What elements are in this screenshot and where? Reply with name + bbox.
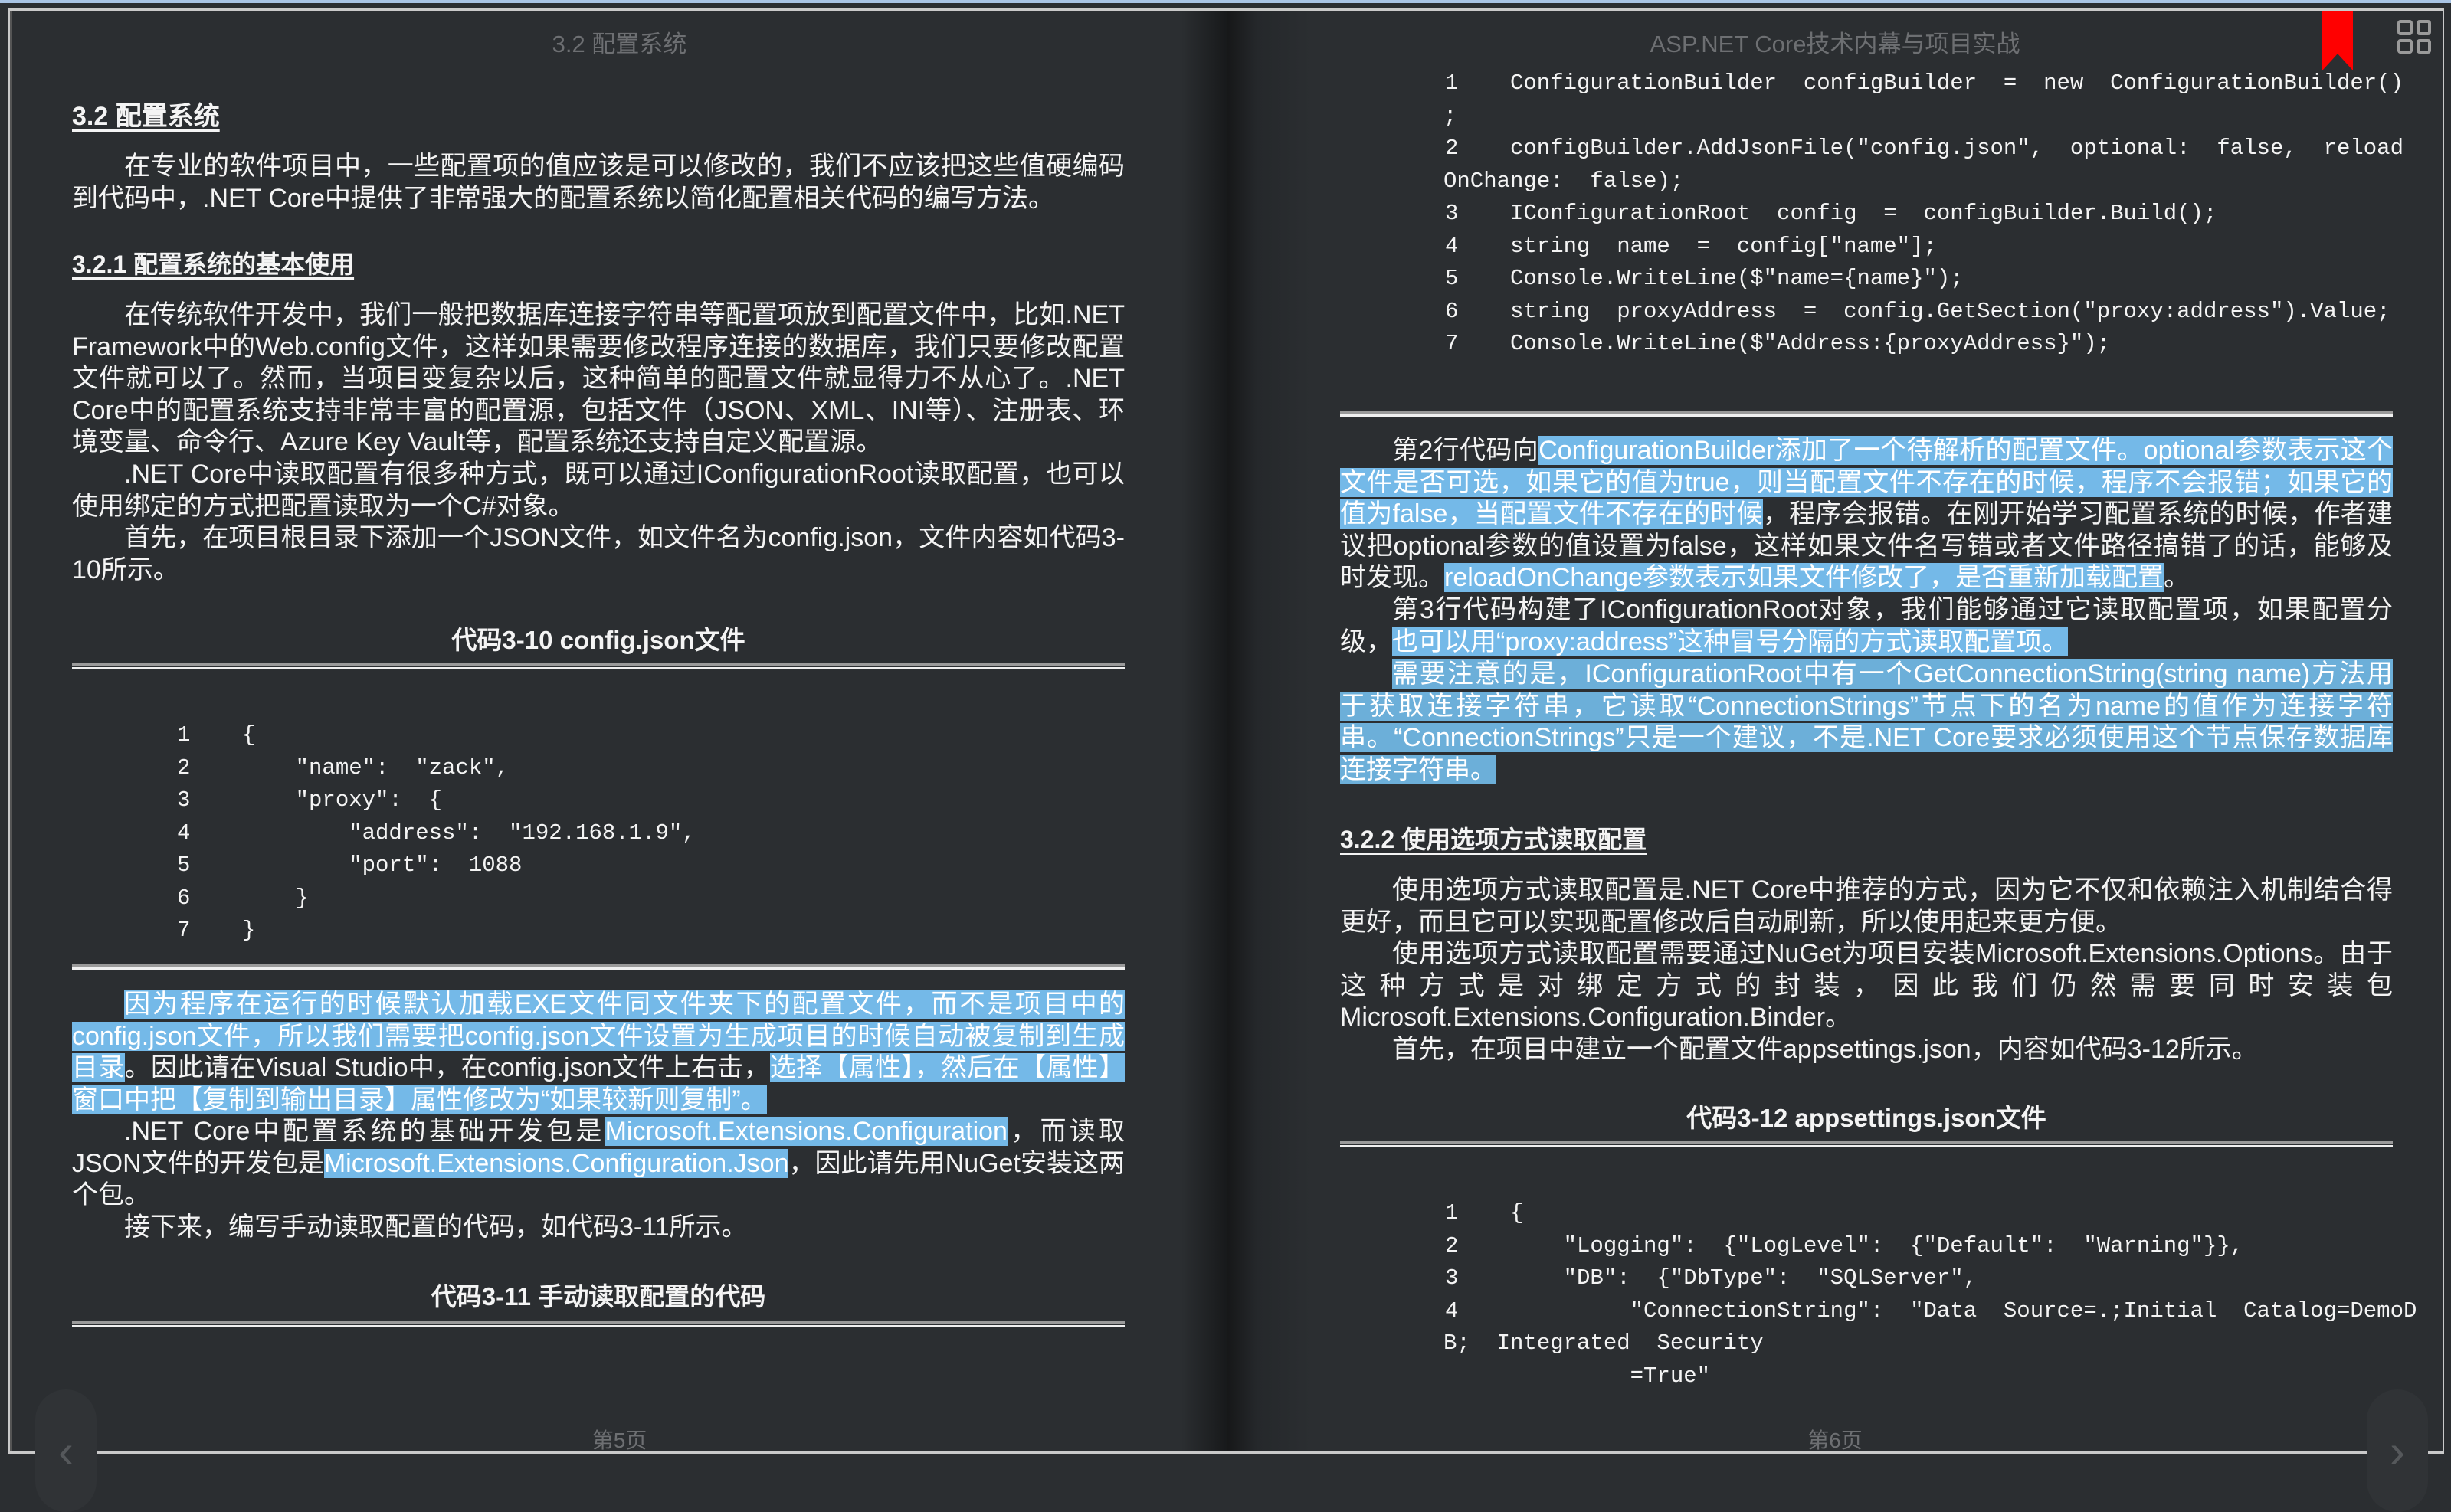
- text-run: .NET Core中读取配置有很多种方式，既可以通过IConfiguration…: [72, 460, 1125, 521]
- highlighted-text: Microsoft.Extensions.Configuration.Json: [323, 1148, 789, 1178]
- paragraph: 第3行代码构建了IConfigurationRoot对象，我们能够通过它读取配置…: [1340, 594, 2393, 658]
- divider: [72, 1321, 1125, 1327]
- code-line: "ConnectionString": "Data Source=.;Initi…: [1510, 1298, 2417, 1324]
- subsection-heading: 3.2.1 配置系统的基本使用: [72, 250, 355, 278]
- code-caption: 代码3-10 config.json文件: [451, 626, 745, 654]
- code-line: {: [242, 722, 256, 748]
- code-line: =True": [1443, 1363, 1711, 1389]
- book-reader: 3.2 配置系统 3.2 配置系统 在专业的软件项目中，一些配置项的值应该是可以…: [8, 8, 2444, 1512]
- divider: [72, 964, 1125, 970]
- divider: [72, 663, 1125, 669]
- paragraph: 首先，在项目根目录下添加一个JSON文件，如文件名为config.json，文件…: [72, 522, 1125, 586]
- text-run: 。因此请在Visual Studio中，在config.json文件上右击，: [124, 1053, 770, 1082]
- divider: [1340, 411, 2393, 417]
- running-header: 3.2 配置系统: [552, 31, 687, 57]
- running-header: ASP.NET Core技术内幕与项目实战: [1650, 31, 2020, 57]
- text-run: 首先，在项目根目录下添加一个JSON文件，如文件名为config.json，文件…: [72, 523, 1125, 584]
- code-caption: 代码3-12 appsettings.json文件: [1686, 1104, 2046, 1132]
- code-line: string proxyAddress = config.GetSection(…: [1510, 298, 2390, 324]
- divider: [1340, 1141, 2393, 1147]
- paragraph: 首先，在项目中建立一个配置文件appsettings.json，内容如代码3-1…: [1340, 1034, 2393, 1066]
- code-line: }: [242, 885, 310, 911]
- code-line: ConfigurationBuilder configBuilder = new…: [1510, 70, 2403, 96]
- code-line-number: 4: [1445, 1298, 1459, 1324]
- paragraph: 因为程序在运行的时候默认加载EXE文件同文件夹下的配置文件，而不是项目中的con…: [72, 989, 1126, 1116]
- text-run: 在传统软件开发中，我们一般把数据库连接字符串等配置项放到配置文件中，比如.NET…: [72, 300, 1125, 457]
- highlighted-text: 需要注意的是，IConfigurationRoot中有一个GetConnecti…: [1340, 659, 2393, 784]
- paragraph: 第2行代码向ConfigurationBuilder添加了一个待解析的配置文件。…: [1340, 435, 2393, 594]
- code-line-number: 5: [177, 853, 191, 878]
- code-line-number: 2: [1445, 136, 1459, 161]
- code-line: Console.WriteLine($"name={name}");: [1510, 266, 1964, 291]
- code-line: B; Integrated Security: [1443, 1330, 1764, 1356]
- code-line: }: [242, 918, 256, 943]
- code-caption: 代码3-11 手动读取配置的代码: [431, 1282, 766, 1311]
- code-line: "proxy": {: [242, 787, 443, 813]
- text-run: 接下来，编写手动读取配置的代码，如代码3-11所示。: [124, 1213, 748, 1242]
- paragraph: 在传统软件开发中，我们一般把数据库连接字符串等配置项放到配置文件中，比如.NET…: [72, 299, 1125, 459]
- code-line-number: 4: [177, 820, 191, 846]
- grid-view-icon[interactable]: [2397, 20, 2431, 54]
- paragraph: 使用选项方式读取配置是.NET Core中推荐的方式，因为它不仅和依赖注入机制结…: [1340, 875, 2393, 938]
- highlighted-text: 也可以用“proxy:address”这种冒号分隔的方式读取配置项。: [1392, 627, 2069, 656]
- code-line: "name": "zack",: [242, 754, 510, 781]
- text-run: .NET Core中配置系统的基础开发包是: [124, 1117, 605, 1146]
- code-line-number: 2: [177, 754, 191, 781]
- text-run: 在专业的软件项目中，一些配置项的值应该是可以修改的，我们不应该把这些值硬编码到代…: [72, 152, 1125, 213]
- bookmark-icon[interactable]: [2322, 11, 2353, 70]
- paragraph: 使用选项方式读取配置需要通过NuGet为项目安装Microsoft.Extens…: [1340, 938, 2393, 1034]
- code-line-number: 1: [1445, 70, 1459, 96]
- code-line: "DB": {"DbType": "SQLServer",: [1510, 1265, 1978, 1291]
- code-line: ;: [1443, 103, 1457, 129]
- code-line-number: 1: [177, 722, 191, 748]
- paragraph: 接下来，编写手动读取配置的代码，如代码3-11所示。: [72, 1212, 1125, 1244]
- highlighted-text: Microsoft.Extensions.Configuration: [605, 1117, 1008, 1146]
- text-run: 。: [2163, 563, 2190, 592]
- code-line: string name = config["name"];: [1510, 233, 1937, 259]
- window-top-border: [0, 0, 2451, 3]
- left-page: 3.2 配置系统 3.2 配置系统 在专业的软件项目中，一些配置项的值应该是可以…: [10, 11, 1227, 1512]
- code-line: configBuilder.AddJsonFile("config.json",…: [1510, 136, 2403, 161]
- right-page: ASP.NET Core技术内幕与项目实战 1 ConfigurationBuil…: [1227, 11, 2443, 1512]
- code-line-number: 6: [1445, 298, 1459, 324]
- code-line: IConfigurationRoot config = configBuilde…: [1510, 201, 2217, 226]
- subsection-heading: 3.2.2 使用选项方式读取配置: [1340, 826, 1647, 853]
- code-line: OnChange: false);: [1443, 168, 1684, 194]
- code-line-number: 1: [1445, 1200, 1459, 1226]
- code-line-number: 2: [1445, 1232, 1459, 1258]
- code-line-number: 4: [1445, 233, 1459, 259]
- code-line: "address": "192.168.1.9",: [242, 820, 696, 846]
- paragraph: .NET Core中配置系统的基础开发包是Microsoft.Extension…: [72, 1116, 1125, 1212]
- paragraph: .NET Core中读取配置有很多种方式，既可以通过IConfiguration…: [72, 459, 1125, 522]
- page-number: 第5页: [591, 1429, 647, 1452]
- section-heading: 3.2 配置系统: [72, 102, 220, 131]
- code-line: Console.WriteLine($"Address:{proxyAddres…: [1510, 331, 2111, 356]
- code-line: "Logging": {"LogLevel": {"Default": "War…: [1510, 1232, 2244, 1258]
- code-line-number: 6: [177, 885, 191, 911]
- code-line-number: 3: [177, 787, 191, 813]
- text-run: 首先，在项目中建立一个配置文件appsettings.json，内容如代码3-1…: [1392, 1035, 2258, 1064]
- paragraph: 在专业的软件项目中，一些配置项的值应该是可以修改的，我们不应该把这些值硬编码到代…: [72, 151, 1125, 214]
- code-line: "port": 1088: [242, 853, 523, 878]
- code-line-number: 3: [1445, 1265, 1459, 1291]
- page-number: 第6页: [1807, 1429, 1863, 1452]
- highlighted-text: reloadOnChange参数表示如果文件修改了，是否重新加载配置: [1444, 563, 2164, 592]
- code-line-number: 5: [1445, 266, 1459, 291]
- text-run: 第2行代码向: [1392, 436, 1539, 465]
- text-run: 使用选项方式读取配置是.NET Core中推荐的方式，因为它不仅和依赖注入机制结…: [1340, 875, 2393, 937]
- text-run: 使用选项方式读取配置需要通过NuGet为项目安装Microsoft.Extens…: [1340, 939, 2393, 1032]
- code-line-number: 3: [1445, 201, 1459, 226]
- code-line-number: 7: [177, 918, 191, 943]
- paragraph: 需要注意的是，IConfigurationRoot中有一个GetConnecti…: [1340, 659, 2393, 786]
- code-line: {: [1510, 1200, 1524, 1226]
- code-line-number: 7: [1445, 331, 1459, 356]
